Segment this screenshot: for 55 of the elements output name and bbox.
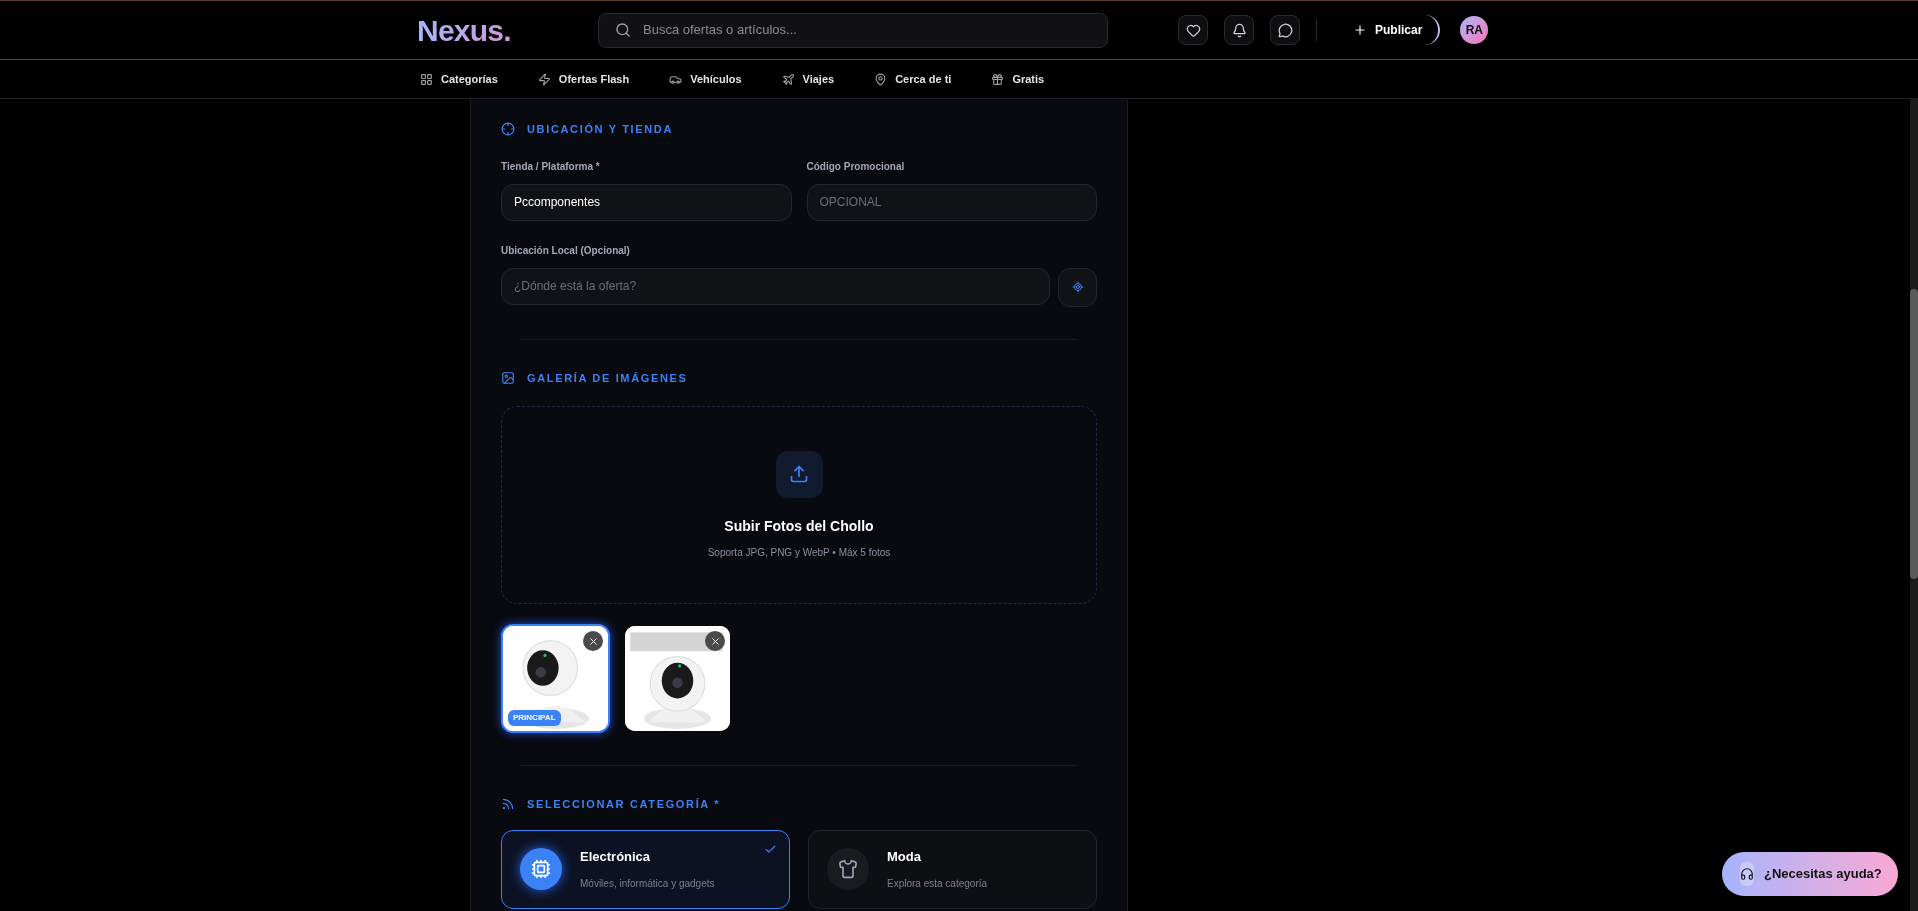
nav-link[interactable]: Ofertas Flash (537, 70, 630, 88)
close-icon (709, 635, 721, 647)
notification-icon (1231, 22, 1247, 38)
store-field[interactable]: Pccomponentes (501, 183, 792, 221)
plus-icon (1353, 23, 1367, 37)
upload-title: Subir Fotos del Chollo (724, 516, 874, 536)
upload-icon (789, 464, 809, 484)
section-title: SELECCIONAR CATEGORÍA * (527, 797, 721, 812)
category-name: Electrónica (580, 847, 652, 866)
category-card[interactable]: Moda Explora esta categoría (808, 829, 1097, 909)
section-title: GALERÍA DE IMÁGENES (527, 370, 688, 386)
heart-icon (1185, 22, 1201, 38)
gift-icon (991, 72, 1005, 86)
nav-link[interactable]: Gratis (991, 70, 1045, 88)
field-label: Ubicación Local (Opcional) (501, 243, 631, 258)
crosshair-icon (501, 122, 515, 137)
chat-icon (1277, 22, 1293, 38)
category-description: Móviles, informática y gadgets (580, 877, 715, 892)
heart-button[interactable] (1178, 15, 1208, 45)
image-thumbnail[interactable]: PRINCIPAL (501, 624, 610, 733)
locate-icon (1071, 281, 1084, 293)
image-icon (501, 370, 515, 385)
category-description: Explora esta categoría (887, 877, 988, 892)
plane-icon (781, 72, 795, 86)
notification-button[interactable] (1224, 15, 1254, 45)
principal-badge: PRINCIPAL (508, 710, 561, 726)
help-button[interactable]: ¿Necesitas ayuda? (1722, 852, 1898, 896)
promo-code-field[interactable]: OPCIONAL (806, 183, 1097, 221)
field-label: Código Promocional (806, 159, 906, 174)
flash-icon (537, 72, 551, 86)
publish-button[interactable]: Publicar (1337, 15, 1441, 45)
pin-icon (874, 72, 888, 86)
chat-button[interactable] (1270, 15, 1300, 45)
shirt-icon (838, 859, 858, 879)
category-name: Moda (887, 847, 922, 866)
feed-icon (501, 797, 515, 812)
nav-link[interactable]: Categorías (420, 70, 498, 88)
nav-link[interactable]: Cerca de ti (874, 70, 952, 88)
field-label: Tienda / Plataforma * (501, 159, 601, 174)
close-icon (587, 635, 599, 647)
search-icon (615, 22, 631, 38)
search-bar[interactable]: Busca ofertas o artículos... (598, 12, 1108, 48)
upload-dropzone[interactable]: Subir Fotos del Chollo Soporta JPG, PNG y WebP • Máx 5 fotos (501, 406, 1097, 604)
section-title: UBICACIÓN Y TIENDA (527, 122, 674, 137)
nav-link[interactable]: Vehículos (669, 70, 742, 88)
scrollbar[interactable] (1910, 99, 1918, 911)
headset-icon (1740, 867, 1754, 881)
grid-icon (420, 72, 433, 86)
chip-icon (531, 859, 551, 879)
nav-link[interactable]: Viajes (781, 70, 835, 88)
avatar[interactable]: RA (1460, 16, 1489, 44)
search-input[interactable]: Busca ofertas o artículos... (643, 20, 1091, 40)
category-card[interactable]: Electrónica Móviles, informática y gadgets (501, 829, 790, 909)
location-field[interactable]: ¿Dónde está la oferta? (501, 267, 1050, 305)
upload-hint: Soporta JPG, PNG y WebP • Máx 5 fotos (707, 545, 891, 560)
